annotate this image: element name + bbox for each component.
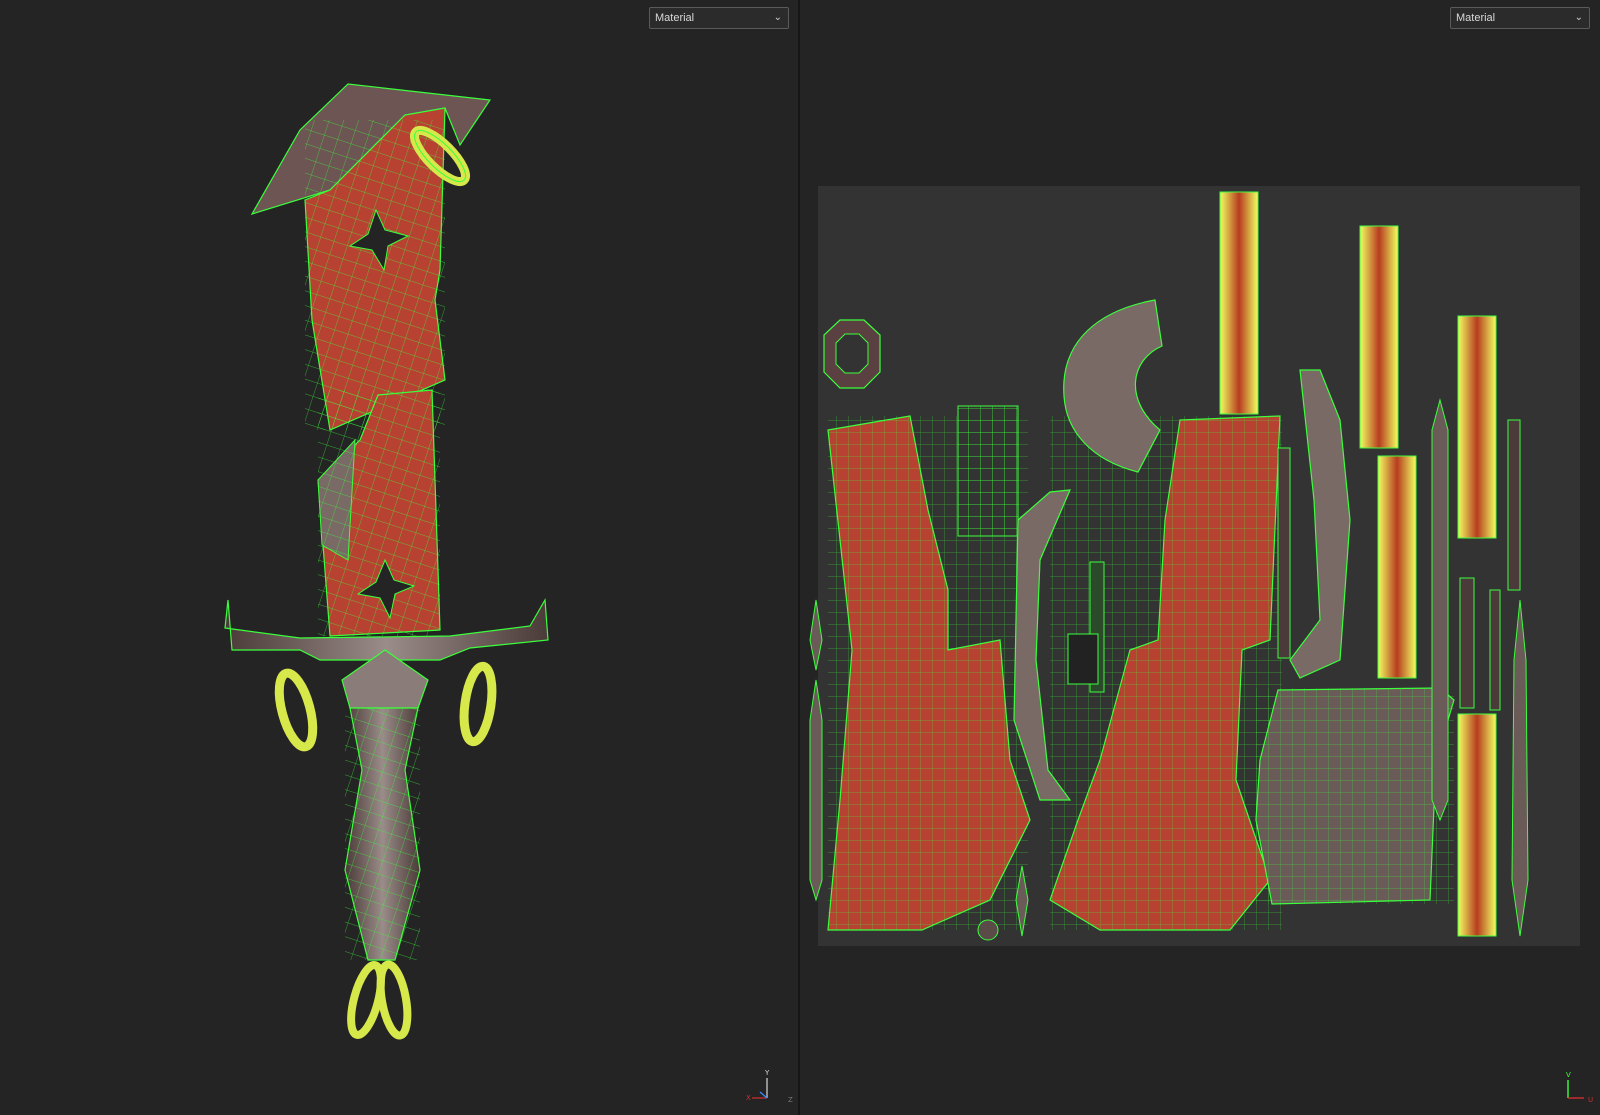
- chevron-down-icon: ⌄: [1574, 12, 1583, 23]
- pommel-ring-right: [376, 960, 412, 1040]
- viewport-3d[interactable]: Material ⌄ Y X Z: [0, 0, 798, 1115]
- uv-spike-island: [1431, 398, 1449, 822]
- shading-mode-dropdown[interactable]: Material ⌄: [649, 7, 789, 29]
- uv-shading-mode-dropdown[interactable]: Material ⌄: [1450, 7, 1590, 29]
- uv-small-island: [957, 405, 1019, 537]
- sword-3d-model[interactable]: [0, 0, 798, 1115]
- chevron-down-icon: ⌄: [773, 12, 782, 23]
- uv-ring-strip-5: [1457, 713, 1497, 937]
- guard-ring-right: [459, 661, 497, 747]
- uv-layout[interactable]: [800, 0, 1600, 1115]
- shading-mode-value: Material: [655, 12, 695, 24]
- guard-ring-left: [274, 668, 318, 752]
- uv-shading-mode-value: Material: [1456, 12, 1496, 24]
- uv-ring-strip-2: [1359, 225, 1399, 449]
- viewport-uv[interactable]: Material ⌄ V U: [800, 0, 1600, 1115]
- uv-ring-strip-4: [1377, 455, 1417, 679]
- uv-ring-strip-3: [1457, 315, 1497, 539]
- uv-ring-strip-1: [1219, 191, 1259, 415]
